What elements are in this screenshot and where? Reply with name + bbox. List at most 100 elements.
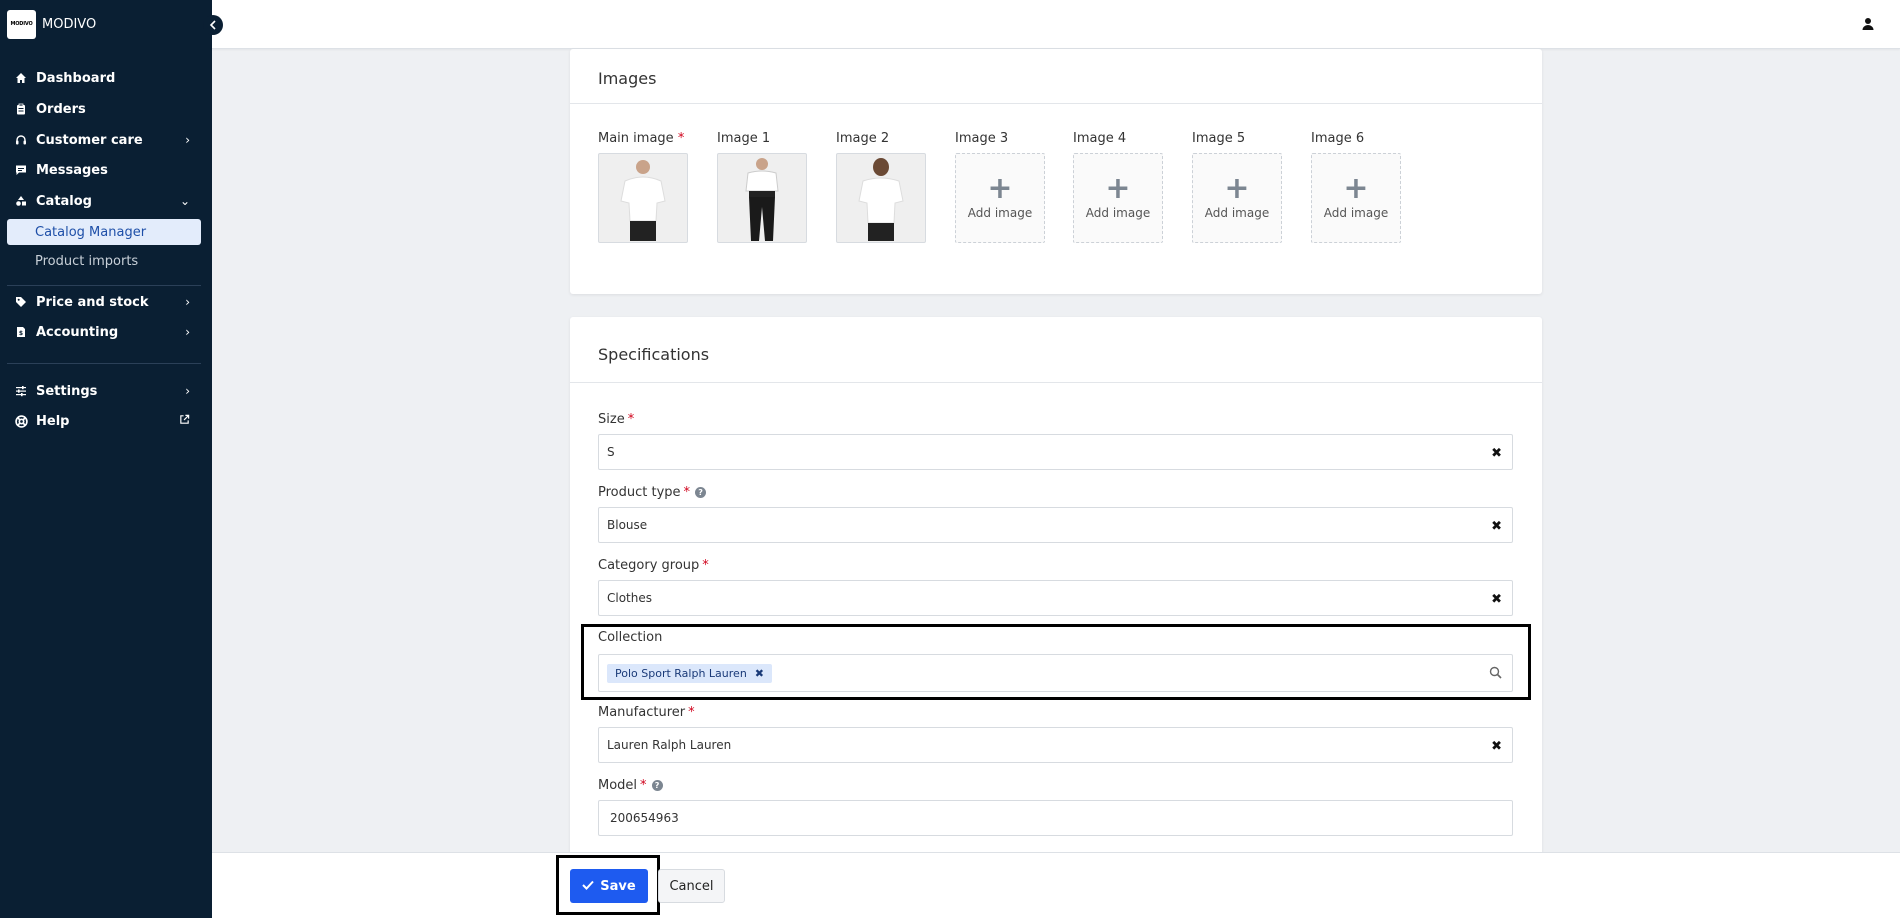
manufacturer-label: Manufacturer *	[598, 705, 695, 720]
sidebar-subitem-product-imports[interactable]: Product imports	[7, 248, 201, 274]
sidebar-item-label: Orders	[36, 101, 86, 117]
category-group-select[interactable]: Clothes ✖	[598, 580, 1513, 616]
chevron-right-icon: ›	[185, 325, 190, 339]
save-button[interactable]: Save	[570, 869, 648, 903]
manufacturer-select[interactable]: Lauren Ralph Lauren ✖	[598, 727, 1513, 763]
top-bar	[212, 0, 1900, 49]
clipboard-icon	[14, 103, 28, 115]
invoice-icon: $	[14, 326, 28, 338]
clear-icon[interactable]: ✖	[1491, 519, 1502, 534]
model-label: Model *?	[598, 778, 663, 793]
image-slot-2[interactable]: Image 2	[836, 131, 926, 243]
clear-icon[interactable]: ✖	[1491, 592, 1502, 607]
model-input[interactable]: 200654963	[598, 800, 1513, 836]
plus-icon: +	[1343, 171, 1369, 206]
shapes-icon	[14, 195, 28, 207]
images-section-title: Images	[598, 69, 657, 88]
sidebar-item-help[interactable]: Help	[0, 408, 212, 434]
sidebar-item-settings[interactable]: Settings ›	[0, 378, 212, 404]
chevron-right-icon: ›	[185, 295, 190, 309]
divider	[570, 382, 1542, 383]
image-slot-label: Image 3	[955, 131, 1009, 146]
plus-icon: +	[987, 171, 1013, 206]
image-slot-5[interactable]: Image 5 + Add image	[1192, 131, 1282, 243]
chevron-down-icon: ⌄	[179, 194, 190, 208]
cancel-label: Cancel	[669, 878, 714, 894]
size-label: Size *	[598, 412, 635, 427]
sidebar-item-label: Dashboard	[36, 70, 116, 86]
sidebar-subitem-catalog-manager[interactable]: Catalog Manager	[7, 219, 201, 245]
sidebar-item-orders[interactable]: Orders	[0, 96, 212, 122]
product-image-thumbnail[interactable]	[598, 153, 688, 243]
product-type-label: Product type *?	[598, 485, 707, 500]
chevron-right-icon: ›	[185, 384, 190, 398]
specifications-section-title: Specifications	[598, 345, 710, 364]
check-icon	[582, 879, 595, 893]
add-image-button[interactable]: + Add image	[1311, 153, 1401, 243]
product-type-select[interactable]: Blouse ✖	[598, 507, 1513, 543]
divider	[570, 103, 1542, 104]
tag-icon	[14, 296, 28, 308]
sidebar-item-price-and-stock[interactable]: Price and stock ›	[0, 289, 212, 315]
manufacturer-value: Lauren Ralph Lauren	[607, 738, 732, 752]
help-icon[interactable]: ?	[651, 780, 663, 791]
sidebar-item-label: Customer care	[36, 132, 143, 148]
images-card: Images Main image * ... Image 1 Image 2 …	[570, 49, 1542, 294]
lifebuoy-icon	[14, 414, 28, 428]
sidebar: MODIVO MODIVO Dashboard Orders Customer …	[0, 0, 212, 918]
footer-bar	[212, 852, 1900, 918]
cancel-button[interactable]: Cancel	[658, 869, 725, 903]
clear-icon[interactable]: ✖	[1491, 446, 1502, 461]
product-image-thumbnail[interactable]	[717, 153, 807, 243]
external-link-icon	[179, 414, 190, 428]
sliders-icon	[14, 385, 28, 397]
image-slot-1[interactable]: Image 1	[717, 131, 807, 243]
sidebar-item-label: Help	[36, 413, 70, 429]
add-image-button[interactable]: + Add image	[1192, 153, 1282, 243]
add-image-label: Add image	[1204, 206, 1270, 220]
chevron-right-icon: ›	[185, 133, 190, 147]
image-slot-label: Image 6	[1311, 131, 1365, 146]
image-slot-label: Image 4	[1073, 131, 1127, 146]
image-slot-label: Main image * ...	[598, 131, 685, 146]
collapse-sidebar-button[interactable]	[203, 15, 223, 35]
collection-highlight-box	[581, 624, 1531, 700]
image-slot-label: Image 2	[836, 131, 890, 146]
sidebar-item-label: Catalog	[36, 193, 92, 209]
sidebar-item-label: Accounting	[36, 324, 119, 340]
message-icon	[14, 164, 28, 176]
size-select[interactable]: S ✖	[598, 434, 1513, 470]
sidebar-item-dashboard[interactable]: Dashboard	[0, 65, 212, 91]
add-image-button[interactable]: + Add image	[1073, 153, 1163, 243]
image-slot-main[interactable]: Main image * ...	[598, 131, 688, 243]
divider	[7, 363, 201, 364]
save-label: Save	[600, 878, 636, 894]
product-type-value: Blouse	[607, 518, 648, 532]
sidebar-item-messages[interactable]: Messages	[0, 157, 212, 183]
sidebar-item-customer-care[interactable]: Customer care ›	[0, 127, 212, 153]
image-slot-4[interactable]: Image 4 + Add image	[1073, 131, 1163, 243]
sidebar-item-catalog[interactable]: Catalog ⌄	[0, 188, 212, 214]
brand-logo: MODIVO	[7, 9, 36, 39]
brand[interactable]: MODIVO MODIVO	[0, 0, 212, 48]
help-icon[interactable]: ?	[695, 487, 707, 498]
home-icon	[14, 72, 28, 84]
sidebar-item-accounting[interactable]: $ Accounting ›	[0, 319, 212, 345]
category-group-label: Category group *	[598, 558, 709, 573]
divider	[7, 285, 201, 286]
category-group-value: Clothes	[607, 591, 652, 605]
plus-icon: +	[1224, 171, 1250, 206]
image-slot-6[interactable]: Image 6 + Add image	[1311, 131, 1401, 243]
image-slot-label: Image 5	[1192, 131, 1246, 146]
user-icon[interactable]	[1861, 16, 1875, 30]
add-image-button[interactable]: + Add image	[955, 153, 1045, 243]
image-slot-label: Image 1	[717, 131, 771, 146]
clear-icon[interactable]: ✖	[1491, 739, 1502, 754]
image-slot-3[interactable]: Image 3 + Add image	[955, 131, 1045, 243]
brand-name: MODIVO	[42, 16, 97, 32]
add-image-label: Add image	[1323, 206, 1389, 220]
model-value: 200654963	[610, 811, 679, 825]
headset-icon	[14, 134, 28, 146]
product-image-thumbnail[interactable]	[836, 153, 926, 243]
sidebar-item-label: Price and stock	[36, 294, 149, 310]
